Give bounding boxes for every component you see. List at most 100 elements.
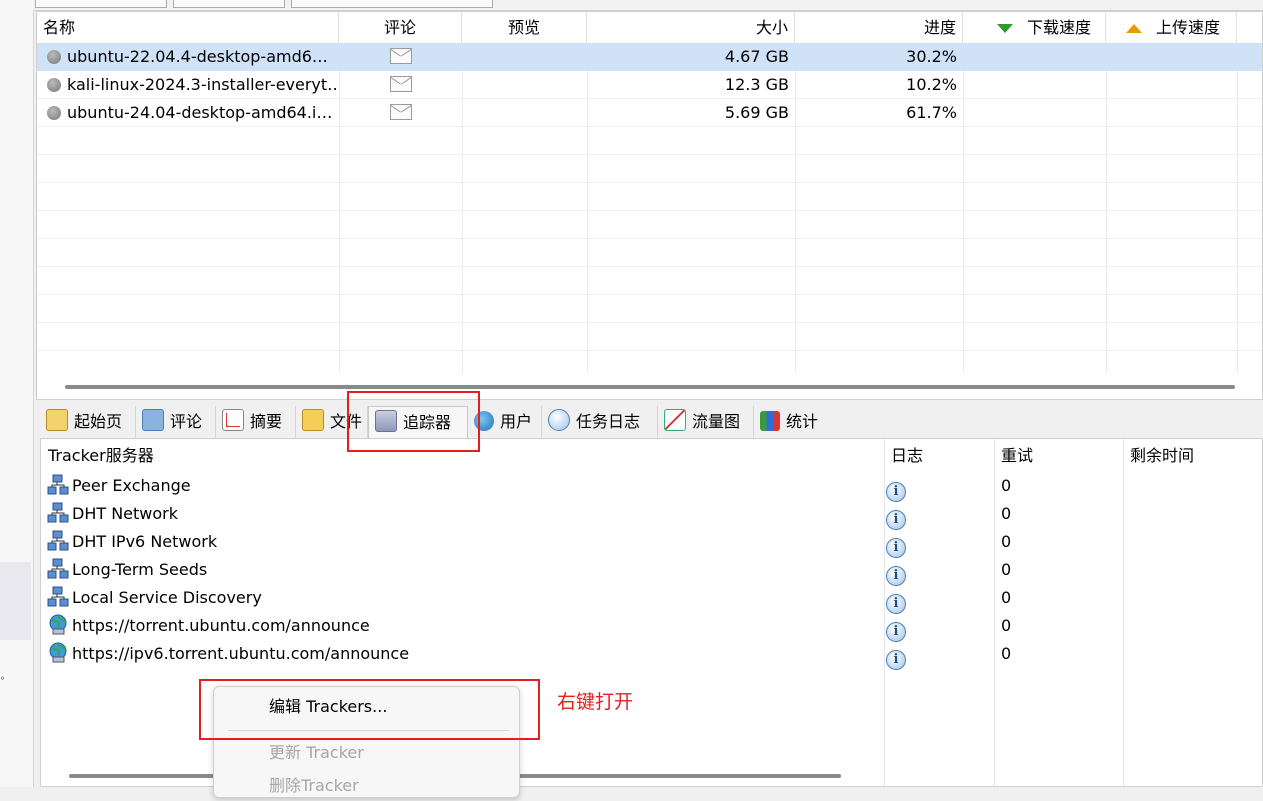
column-header-name[interactable]: 名称 bbox=[37, 12, 339, 43]
tracker-column-retry[interactable]: 重试 bbox=[994, 439, 1033, 471]
tracker-retry: 0 bbox=[1001, 644, 1012, 663]
status-dot-icon bbox=[47, 50, 61, 64]
network-icon bbox=[47, 530, 69, 552]
info-icon[interactable]: i bbox=[886, 510, 906, 530]
annotation-box-edit-trackers bbox=[199, 679, 540, 740]
statistics-icon bbox=[760, 411, 780, 431]
column-label: 名称 bbox=[43, 18, 76, 37]
column-label: 评论 bbox=[383, 18, 416, 37]
tracker-name: DHT IPv6 Network bbox=[72, 532, 218, 551]
torrent-progress: 61.7% bbox=[906, 103, 957, 122]
tracker-row[interactable]: Long-Term Seeds i 0 bbox=[41, 556, 1262, 586]
upload-arrow-icon bbox=[1126, 24, 1142, 33]
tab-label: 评论 bbox=[170, 412, 203, 431]
tab-label: 任务日志 bbox=[576, 412, 641, 431]
torrent-size: 12.3 GB bbox=[724, 75, 789, 94]
tab-statistics[interactable]: 统计 bbox=[754, 406, 830, 438]
torrent-list[interactable]: 名称 评论 预览 大小 进度 下载速度 上传速度 ubuntu-22.04.4-… bbox=[36, 11, 1263, 400]
tracker-row[interactable]: Local Service Discovery i 0 bbox=[41, 584, 1262, 614]
start-page-icon bbox=[46, 409, 68, 431]
comment-envelope-icon[interactable] bbox=[389, 76, 412, 92]
column-header-upload-speed[interactable]: 上传速度 bbox=[1106, 12, 1237, 43]
torrent-size: 5.69 GB bbox=[724, 103, 789, 122]
torrent-progress: 10.2% bbox=[906, 75, 957, 94]
comment-envelope-icon[interactable] bbox=[389, 104, 412, 120]
info-icon[interactable]: i bbox=[886, 622, 906, 642]
top-toolbar bbox=[33, 0, 1263, 11]
tab-label: 摘要 bbox=[250, 412, 283, 431]
sidebar-selected-item[interactable] bbox=[0, 562, 31, 640]
network-icon bbox=[47, 558, 69, 580]
tab-label: 起始页 bbox=[74, 412, 123, 431]
column-label: 进度 bbox=[923, 18, 956, 37]
info-icon[interactable]: i bbox=[886, 594, 906, 614]
tracker-name: Long-Term Seeds bbox=[72, 560, 208, 579]
torrent-size: 4.67 GB bbox=[724, 47, 789, 66]
sidebar-marker: ° bbox=[0, 676, 5, 687]
tracker-row[interactable]: DHT Network i 0 bbox=[41, 500, 1262, 530]
column-header-comment[interactable]: 评论 bbox=[339, 12, 462, 43]
summary-checklist-icon bbox=[222, 409, 244, 431]
annotation-box-tracker-tab bbox=[347, 391, 480, 452]
globe-icon bbox=[47, 614, 69, 636]
torrent-name: ubuntu-24.04-desktop-amd64.i… bbox=[67, 103, 333, 122]
column-header-download-speed[interactable]: 下载速度 bbox=[963, 12, 1106, 43]
list-horizontal-scrollbar[interactable] bbox=[65, 385, 1235, 389]
toolbar-segment[interactable] bbox=[173, 0, 285, 8]
tracker-name: Local Service Discovery bbox=[72, 588, 262, 607]
torrent-name: ubuntu-22.04.4-desktop-amd6… bbox=[67, 47, 328, 66]
tab-task-log[interactable]: 任务日志 bbox=[542, 406, 658, 438]
tracker-row[interactable]: DHT IPv6 Network i 0 bbox=[41, 528, 1262, 558]
toolbar-segment[interactable] bbox=[35, 0, 167, 8]
comment-icon bbox=[142, 409, 164, 431]
column-header-preview[interactable]: 预览 bbox=[462, 12, 587, 43]
column-header-progress[interactable]: 进度 bbox=[795, 12, 963, 43]
network-icon bbox=[47, 502, 69, 524]
column-label: 下载速度 bbox=[1027, 18, 1092, 37]
tab-label: 用户 bbox=[500, 412, 533, 431]
tracker-retry: 0 bbox=[1001, 588, 1012, 607]
torrent-row[interactable]: ubuntu-22.04.4-desktop-amd6… 4.67 GB 30.… bbox=[37, 43, 1262, 71]
column-label: 大小 bbox=[755, 18, 788, 37]
column-label: 预览 bbox=[507, 18, 540, 37]
tracker-column-server[interactable]: Tracker服务器 bbox=[41, 439, 154, 471]
tracker-retry: 0 bbox=[1001, 476, 1012, 495]
column-label: 上传速度 bbox=[1156, 18, 1221, 37]
torrent-row[interactable]: kali-linux-2024.3-installer-everyt… 12.3… bbox=[37, 71, 1262, 99]
comment-envelope-icon[interactable] bbox=[389, 48, 412, 64]
toolbar-search[interactable] bbox=[291, 0, 493, 8]
tracker-column-log[interactable]: 日志 bbox=[884, 439, 923, 471]
status-dot-icon bbox=[47, 106, 61, 120]
tracker-retry: 0 bbox=[1001, 616, 1012, 635]
info-icon[interactable]: i bbox=[886, 538, 906, 558]
tracker-name: https://ipv6.torrent.ubuntu.com/announce bbox=[72, 644, 410, 663]
tab-summary[interactable]: 摘要 bbox=[216, 406, 296, 438]
tab-start-page[interactable]: 起始页 bbox=[40, 406, 136, 438]
column-header-size[interactable]: 大小 bbox=[587, 12, 795, 43]
tracker-retry: 0 bbox=[1001, 504, 1012, 523]
traffic-graph-icon bbox=[664, 409, 686, 431]
info-icon[interactable]: i bbox=[886, 482, 906, 502]
tracker-row[interactable]: https://ipv6.torrent.ubuntu.com/announce… bbox=[41, 640, 1262, 670]
globe-icon bbox=[47, 642, 69, 664]
tracker-row[interactable]: Peer Exchange i 0 bbox=[41, 472, 1262, 502]
tracker-name: https://torrent.ubuntu.com/announce bbox=[72, 616, 370, 635]
info-icon[interactable]: i bbox=[886, 650, 906, 670]
status-dot-icon bbox=[47, 78, 61, 92]
annotation-text: 右键打开 bbox=[557, 691, 634, 713]
tracker-retry: 0 bbox=[1001, 532, 1012, 551]
files-folder-icon bbox=[302, 409, 324, 431]
tracker-column-remaining[interactable]: 剩余时间 bbox=[1123, 439, 1194, 471]
task-log-info-icon bbox=[548, 409, 570, 431]
tracker-row[interactable]: https://torrent.ubuntu.com/announce i 0 bbox=[41, 612, 1262, 642]
tracker-retry: 0 bbox=[1001, 560, 1012, 579]
info-icon[interactable]: i bbox=[886, 566, 906, 586]
tab-traffic-graph[interactable]: 流量图 bbox=[658, 406, 754, 438]
tab-comment[interactable]: 评论 bbox=[136, 406, 216, 438]
tab-label: 统计 bbox=[786, 412, 819, 431]
torrent-row[interactable]: ubuntu-24.04-desktop-amd64.i… 5.69 GB 61… bbox=[37, 99, 1262, 127]
torrent-name: kali-linux-2024.3-installer-everyt… bbox=[67, 75, 339, 94]
menu-item-delete-tracker: 删除Tracker bbox=[269, 776, 359, 795]
network-icon bbox=[47, 474, 69, 496]
download-arrow-icon bbox=[997, 24, 1013, 33]
